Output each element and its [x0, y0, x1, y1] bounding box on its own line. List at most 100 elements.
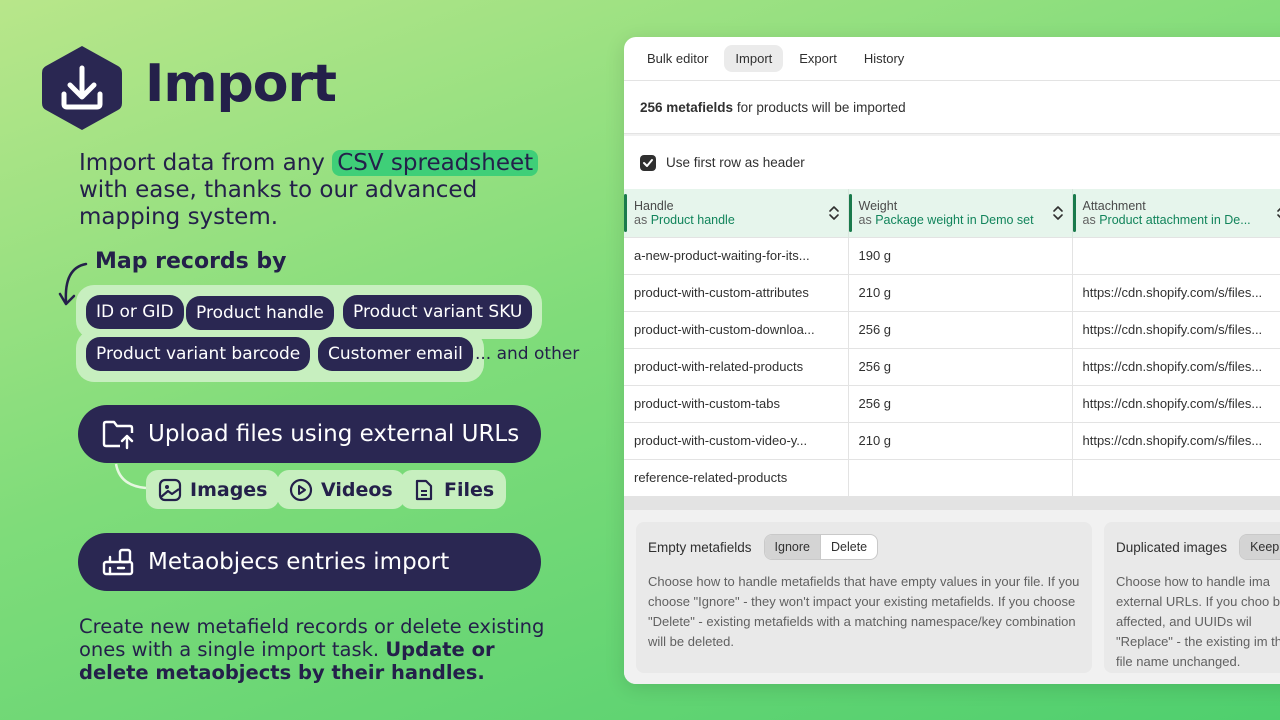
- intro-text: Import data from any CSV spreadsheet wit…: [79, 150, 549, 231]
- duplicated-images-segmented: Keep: [1239, 534, 1280, 560]
- metaobjects-pill: Metaobjecs entries import: [78, 533, 541, 591]
- intro-text-end: with ease, thanks to our advanced mappin…: [79, 177, 478, 230]
- files-chip: Files: [400, 470, 507, 509]
- cell-weight: 210 g: [848, 273, 1073, 311]
- check-icon: [643, 158, 653, 167]
- column-name: Handle: [634, 198, 674, 213]
- cell-attachment: https://cdn.shopify.com/s/files...: [1072, 273, 1280, 311]
- videos-chip: Videos: [277, 470, 405, 509]
- table-row: product-with-custom-attributes 210 g https…: [624, 273, 1280, 311]
- header-row-option[interactable]: Use first row as header: [624, 136, 1280, 189]
- cell-attachment: https://cdn.shopify.com/s/files...: [1072, 421, 1280, 459]
- option-title: Duplicated images: [1116, 539, 1228, 555]
- cell-weight: 190 g: [848, 236, 1073, 274]
- table-row: product-with-custom-tabs 256 g https://cdn…: [624, 384, 1280, 422]
- summary-rest: for products will be imported: [733, 100, 906, 115]
- keep-option-button[interactable]: Keep: [1240, 535, 1280, 559]
- mapping-target: Package weight in Demo set: [875, 212, 1034, 227]
- blocks-icon: [102, 548, 134, 576]
- cell-handle: a-new-product-waiting-for-its...: [624, 236, 849, 274]
- cell-weight: 210 g: [848, 421, 1073, 459]
- empty-metafields-card: Empty metafields Ignore Delete Choose ho…: [636, 522, 1092, 673]
- column-header-handle[interactable]: Handle as Product handle: [624, 189, 849, 237]
- column-header-weight[interactable]: Weight as Package weight in Demo set: [848, 189, 1073, 237]
- cell-handle: reference-related-products: [624, 458, 849, 496]
- cell-weight: [848, 458, 1073, 496]
- sort-chevrons-icon[interactable]: [1052, 204, 1064, 222]
- empty-metafields-segmented: Ignore Delete: [763, 534, 879, 560]
- cell-handle: product-with-custom-attributes: [624, 273, 849, 311]
- file-icon: [415, 479, 433, 500]
- table-row: reference-related-products: [624, 458, 1280, 496]
- mapping-table: Handle as Product handle Weight as Packa…: [624, 189, 1280, 496]
- tab-bulk-editor[interactable]: Bulk editor: [636, 45, 719, 72]
- ignore-option-button[interactable]: Ignore: [764, 535, 821, 559]
- chip-id-gid: ID or GID: [86, 295, 184, 329]
- delete-option-button[interactable]: Delete: [821, 535, 877, 559]
- image-icon: [158, 478, 182, 501]
- hero-title: Import: [145, 54, 337, 114]
- cell-attachment: https://cdn.shopify.com/s/files...: [1072, 384, 1280, 422]
- cell-handle: product-with-custom-downloa...: [624, 310, 849, 348]
- option-title: Empty metafields: [648, 539, 752, 555]
- cell-attachment: [1072, 236, 1280, 274]
- chip-customer-email: Customer email: [318, 337, 473, 371]
- table-row: a-new-product-waiting-for-its... 190 g: [624, 236, 1280, 274]
- chip-product-handle: Product handle: [186, 296, 334, 330]
- upload-urls-pill: Upload files using external URLs: [78, 405, 541, 463]
- import-options: Empty metafields Ignore Delete Choose ho…: [624, 510, 1280, 684]
- header-checkbox[interactable]: [640, 154, 656, 171]
- summary-count: 256 metafields: [640, 100, 734, 115]
- column-name: Attachment: [1082, 198, 1146, 213]
- column-name: Weight: [858, 198, 898, 213]
- play-circle-icon: [289, 478, 313, 501]
- sort-chevrons-icon[interactable]: [828, 204, 840, 222]
- mapping-prefix: as: [634, 212, 651, 227]
- tab-export[interactable]: Export: [788, 45, 848, 72]
- cell-attachment: https://cdn.shopify.com/s/files...: [1072, 347, 1280, 385]
- table-row: product-with-custom-video-y... 210 g https…: [624, 421, 1280, 459]
- import-summary: 256 metafields for products will be impo…: [624, 81, 1280, 134]
- sort-chevrons-icon[interactable]: [1276, 204, 1280, 222]
- cell-weight: 256 g: [848, 384, 1073, 422]
- column-header-attachment[interactable]: Attachment as Product attachment in De..…: [1072, 189, 1280, 237]
- outro-text: Create new metafield records or delete e…: [79, 615, 549, 684]
- cell-handle: product-with-custom-video-y...: [624, 421, 849, 459]
- mapping-prefix: as: [1082, 212, 1100, 227]
- tab-history[interactable]: History: [853, 45, 915, 72]
- images-chip: Images: [146, 470, 280, 509]
- tab-import[interactable]: Import: [724, 45, 784, 72]
- option-description: Choose how to handle ima external URLs. …: [1116, 574, 1280, 669]
- and-other-text: ... and other: [475, 344, 580, 364]
- cell-handle: product-with-related-products: [624, 347, 849, 385]
- horizontal-scrollbar[interactable]: [624, 496, 1280, 510]
- intro-text-start: Import data from any: [79, 150, 333, 176]
- files-label: Files: [444, 478, 495, 501]
- cell-attachment: [1072, 458, 1280, 496]
- download-hex-icon: [42, 46, 122, 130]
- metaobjects-label: Metaobjecs entries import: [148, 549, 450, 575]
- cell-weight: 256 g: [848, 310, 1073, 348]
- cell-weight: 256 g: [848, 347, 1073, 385]
- videos-label: Videos: [321, 478, 393, 501]
- mapping-target: Product attachment in De...: [1099, 212, 1251, 227]
- connector-line: [114, 463, 147, 490]
- upload-urls-label: Upload files using external URLs: [148, 421, 520, 447]
- table-row: product-with-custom-downloa... 256 g https…: [624, 310, 1280, 348]
- cell-attachment: https://cdn.shopify.com/s/files...: [1072, 310, 1280, 348]
- cell-handle: product-with-custom-tabs: [624, 384, 849, 422]
- folder-upload-icon: [102, 420, 134, 450]
- import-app-panel: Bulk editor Import Export History 256 me…: [624, 37, 1280, 684]
- header-checkbox-label: Use first row as header: [666, 155, 805, 170]
- mapping-prefix: as: [858, 212, 876, 227]
- map-records-title: Map records by: [95, 249, 287, 274]
- table-row: product-with-related-products 256 g https:…: [624, 347, 1280, 385]
- duplicated-images-card: Duplicated images Keep Choose how to han…: [1104, 522, 1280, 673]
- chip-variant-sku: Product variant SKU: [343, 295, 533, 329]
- mapping-target: Product handle: [650, 212, 735, 227]
- csv-highlight: CSV spreadsheet: [332, 150, 539, 176]
- images-label: Images: [190, 478, 268, 501]
- chip-variant-barcode: Product variant barcode: [86, 337, 311, 371]
- option-description: Choose how to handle metafields that hav…: [648, 574, 1080, 649]
- tab-bar: Bulk editor Import Export History: [624, 37, 1280, 81]
